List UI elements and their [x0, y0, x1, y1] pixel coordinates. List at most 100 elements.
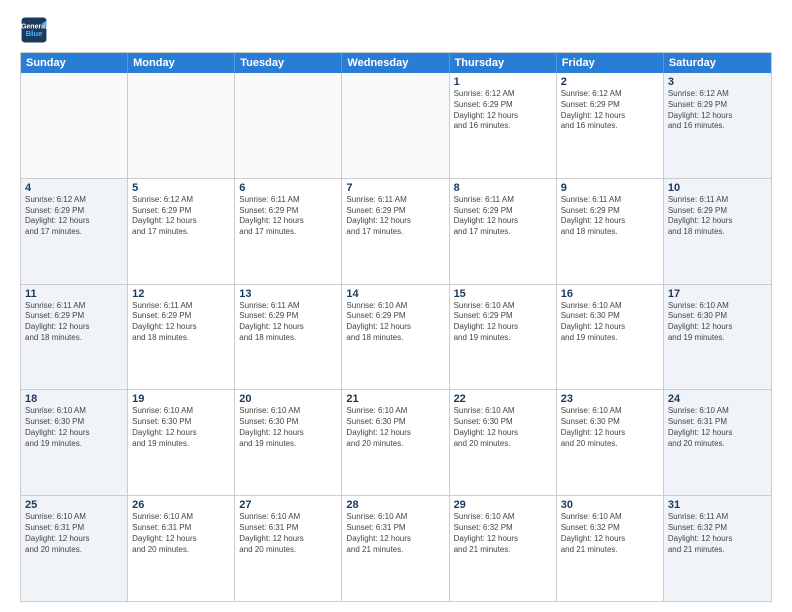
day-info: Sunrise: 6:10 AM Sunset: 6:29 PM Dayligh…: [454, 301, 552, 344]
calendar-body: 1Sunrise: 6:12 AM Sunset: 6:29 PM Daylig…: [21, 73, 771, 601]
day-number: 20: [239, 393, 337, 405]
day-cell-28: 28Sunrise: 6:10 AM Sunset: 6:31 PM Dayli…: [342, 496, 449, 601]
day-cell-19: 19Sunrise: 6:10 AM Sunset: 6:30 PM Dayli…: [128, 390, 235, 495]
day-number: 1: [454, 76, 552, 88]
day-cell-8: 8Sunrise: 6:11 AM Sunset: 6:29 PM Daylig…: [450, 179, 557, 284]
calendar: SundayMondayTuesdayWednesdayThursdayFrid…: [20, 52, 772, 602]
logo: General Blue: [20, 16, 50, 44]
day-info: Sunrise: 6:12 AM Sunset: 6:29 PM Dayligh…: [454, 89, 552, 132]
day-number: 3: [668, 76, 767, 88]
week-row-1: 1Sunrise: 6:12 AM Sunset: 6:29 PM Daylig…: [21, 73, 771, 179]
day-number: 2: [561, 76, 659, 88]
day-number: 29: [454, 499, 552, 511]
day-number: 24: [668, 393, 767, 405]
day-cell-17: 17Sunrise: 6:10 AM Sunset: 6:30 PM Dayli…: [664, 285, 771, 390]
day-number: 31: [668, 499, 767, 511]
day-info: Sunrise: 6:10 AM Sunset: 6:30 PM Dayligh…: [346, 406, 444, 449]
day-number: 14: [346, 288, 444, 300]
week-row-4: 18Sunrise: 6:10 AM Sunset: 6:30 PM Dayli…: [21, 390, 771, 496]
day-number: 10: [668, 182, 767, 194]
day-number: 8: [454, 182, 552, 194]
day-info: Sunrise: 6:10 AM Sunset: 6:30 PM Dayligh…: [454, 406, 552, 449]
day-number: 21: [346, 393, 444, 405]
day-number: 26: [132, 499, 230, 511]
day-number: 4: [25, 182, 123, 194]
day-cell-18: 18Sunrise: 6:10 AM Sunset: 6:30 PM Dayli…: [21, 390, 128, 495]
header-day-tuesday: Tuesday: [235, 53, 342, 73]
day-info: Sunrise: 6:10 AM Sunset: 6:31 PM Dayligh…: [668, 406, 767, 449]
day-cell-25: 25Sunrise: 6:10 AM Sunset: 6:31 PM Dayli…: [21, 496, 128, 601]
day-cell-1: 1Sunrise: 6:12 AM Sunset: 6:29 PM Daylig…: [450, 73, 557, 178]
week-row-3: 11Sunrise: 6:11 AM Sunset: 6:29 PM Dayli…: [21, 285, 771, 391]
day-cell-27: 27Sunrise: 6:10 AM Sunset: 6:31 PM Dayli…: [235, 496, 342, 601]
day-info: Sunrise: 6:10 AM Sunset: 6:31 PM Dayligh…: [132, 512, 230, 555]
day-cell-6: 6Sunrise: 6:11 AM Sunset: 6:29 PM Daylig…: [235, 179, 342, 284]
day-info: Sunrise: 6:10 AM Sunset: 6:30 PM Dayligh…: [239, 406, 337, 449]
day-cell-2: 2Sunrise: 6:12 AM Sunset: 6:29 PM Daylig…: [557, 73, 664, 178]
day-cell-20: 20Sunrise: 6:10 AM Sunset: 6:30 PM Dayli…: [235, 390, 342, 495]
header-day-monday: Monday: [128, 53, 235, 73]
day-cell-9: 9Sunrise: 6:11 AM Sunset: 6:29 PM Daylig…: [557, 179, 664, 284]
day-info: Sunrise: 6:12 AM Sunset: 6:29 PM Dayligh…: [561, 89, 659, 132]
day-cell-30: 30Sunrise: 6:10 AM Sunset: 6:32 PM Dayli…: [557, 496, 664, 601]
day-info: Sunrise: 6:10 AM Sunset: 6:30 PM Dayligh…: [668, 301, 767, 344]
day-number: 19: [132, 393, 230, 405]
day-cell-15: 15Sunrise: 6:10 AM Sunset: 6:29 PM Dayli…: [450, 285, 557, 390]
day-cell-13: 13Sunrise: 6:11 AM Sunset: 6:29 PM Dayli…: [235, 285, 342, 390]
svg-text:Blue: Blue: [26, 29, 44, 38]
day-info: Sunrise: 6:10 AM Sunset: 6:32 PM Dayligh…: [561, 512, 659, 555]
day-number: 18: [25, 393, 123, 405]
day-info: Sunrise: 6:12 AM Sunset: 6:29 PM Dayligh…: [132, 195, 230, 238]
day-info: Sunrise: 6:12 AM Sunset: 6:29 PM Dayligh…: [668, 89, 767, 132]
empty-cell: [235, 73, 342, 178]
page: General Blue SundayMondayTuesdayWednesda…: [0, 0, 792, 612]
day-info: Sunrise: 6:11 AM Sunset: 6:29 PM Dayligh…: [668, 195, 767, 238]
day-cell-22: 22Sunrise: 6:10 AM Sunset: 6:30 PM Dayli…: [450, 390, 557, 495]
day-info: Sunrise: 6:11 AM Sunset: 6:29 PM Dayligh…: [239, 195, 337, 238]
header-day-saturday: Saturday: [664, 53, 771, 73]
day-info: Sunrise: 6:10 AM Sunset: 6:31 PM Dayligh…: [239, 512, 337, 555]
day-info: Sunrise: 6:11 AM Sunset: 6:29 PM Dayligh…: [25, 301, 123, 344]
day-cell-21: 21Sunrise: 6:10 AM Sunset: 6:30 PM Dayli…: [342, 390, 449, 495]
day-info: Sunrise: 6:10 AM Sunset: 6:29 PM Dayligh…: [346, 301, 444, 344]
header-day-friday: Friday: [557, 53, 664, 73]
day-number: 16: [561, 288, 659, 300]
day-cell-11: 11Sunrise: 6:11 AM Sunset: 6:29 PM Dayli…: [21, 285, 128, 390]
header-day-thursday: Thursday: [450, 53, 557, 73]
day-cell-10: 10Sunrise: 6:11 AM Sunset: 6:29 PM Dayli…: [664, 179, 771, 284]
day-info: Sunrise: 6:10 AM Sunset: 6:31 PM Dayligh…: [25, 512, 123, 555]
day-info: Sunrise: 6:10 AM Sunset: 6:32 PM Dayligh…: [454, 512, 552, 555]
day-cell-7: 7Sunrise: 6:11 AM Sunset: 6:29 PM Daylig…: [342, 179, 449, 284]
day-info: Sunrise: 6:11 AM Sunset: 6:29 PM Dayligh…: [454, 195, 552, 238]
day-info: Sunrise: 6:11 AM Sunset: 6:29 PM Dayligh…: [132, 301, 230, 344]
day-number: 11: [25, 288, 123, 300]
day-cell-26: 26Sunrise: 6:10 AM Sunset: 6:31 PM Dayli…: [128, 496, 235, 601]
day-info: Sunrise: 6:11 AM Sunset: 6:32 PM Dayligh…: [668, 512, 767, 555]
header: General Blue: [20, 16, 772, 44]
day-cell-12: 12Sunrise: 6:11 AM Sunset: 6:29 PM Dayli…: [128, 285, 235, 390]
day-cell-4: 4Sunrise: 6:12 AM Sunset: 6:29 PM Daylig…: [21, 179, 128, 284]
calendar-header: SundayMondayTuesdayWednesdayThursdayFrid…: [21, 53, 771, 73]
day-info: Sunrise: 6:11 AM Sunset: 6:29 PM Dayligh…: [239, 301, 337, 344]
logo-icon: General Blue: [20, 16, 48, 44]
day-cell-29: 29Sunrise: 6:10 AM Sunset: 6:32 PM Dayli…: [450, 496, 557, 601]
day-info: Sunrise: 6:11 AM Sunset: 6:29 PM Dayligh…: [346, 195, 444, 238]
empty-cell: [128, 73, 235, 178]
header-day-sunday: Sunday: [21, 53, 128, 73]
day-number: 22: [454, 393, 552, 405]
day-cell-23: 23Sunrise: 6:10 AM Sunset: 6:30 PM Dayli…: [557, 390, 664, 495]
day-info: Sunrise: 6:10 AM Sunset: 6:30 PM Dayligh…: [561, 406, 659, 449]
day-number: 6: [239, 182, 337, 194]
day-cell-31: 31Sunrise: 6:11 AM Sunset: 6:32 PM Dayli…: [664, 496, 771, 601]
day-cell-3: 3Sunrise: 6:12 AM Sunset: 6:29 PM Daylig…: [664, 73, 771, 178]
day-info: Sunrise: 6:10 AM Sunset: 6:31 PM Dayligh…: [346, 512, 444, 555]
day-number: 5: [132, 182, 230, 194]
day-number: 7: [346, 182, 444, 194]
day-number: 12: [132, 288, 230, 300]
day-number: 17: [668, 288, 767, 300]
day-number: 27: [239, 499, 337, 511]
header-day-wednesday: Wednesday: [342, 53, 449, 73]
day-number: 13: [239, 288, 337, 300]
day-number: 15: [454, 288, 552, 300]
day-info: Sunrise: 6:10 AM Sunset: 6:30 PM Dayligh…: [25, 406, 123, 449]
